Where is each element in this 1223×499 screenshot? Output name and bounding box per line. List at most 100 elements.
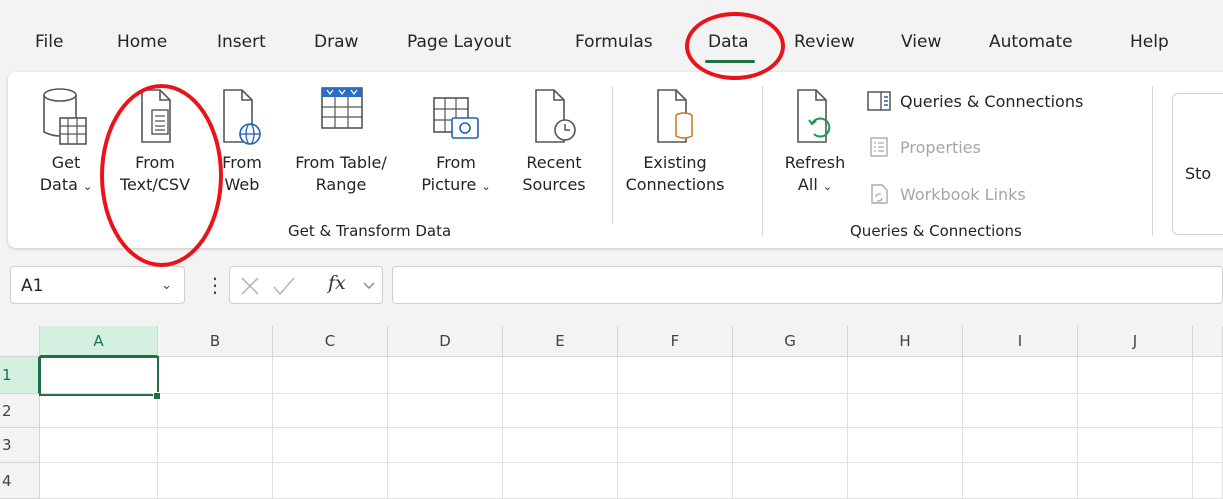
cell-f4[interactable] — [618, 463, 733, 499]
tab-home[interactable]: Home — [117, 32, 167, 52]
cell-b3[interactable] — [158, 428, 273, 463]
fill-handle[interactable] — [153, 392, 161, 400]
cell-i4[interactable] — [963, 463, 1078, 499]
queries-connections-item[interactable]: Queries & Connections — [866, 90, 1083, 112]
tab-file[interactable]: File — [35, 32, 63, 52]
cell-i3[interactable] — [963, 428, 1078, 463]
column-header-j[interactable]: J — [1078, 326, 1193, 357]
select-all-corner[interactable] — [0, 326, 40, 357]
cell-k2[interactable] — [1193, 394, 1223, 428]
from-picture-button[interactable]: From Picture ⌄ — [412, 84, 500, 198]
cell-a3[interactable] — [40, 428, 158, 463]
properties-item[interactable]: Properties — [866, 136, 981, 158]
cell-d1[interactable] — [388, 357, 503, 394]
cell-d4[interactable] — [388, 463, 503, 499]
cell-g4[interactable] — [733, 463, 848, 499]
workbook-links-item[interactable]: Workbook Links — [866, 183, 1026, 205]
ribbon-separator — [762, 86, 763, 236]
tab-formulas[interactable]: Formulas — [575, 32, 653, 52]
formula-input[interactable] — [392, 266, 1223, 304]
refresh-all-button[interactable]: Refresh All ⌄ — [776, 84, 854, 198]
cell-f2[interactable] — [618, 394, 733, 428]
cell-g3[interactable] — [733, 428, 848, 463]
cell-j3[interactable] — [1078, 428, 1193, 463]
cell-e3[interactable] — [503, 428, 618, 463]
row-header-1[interactable]: 1 — [0, 357, 40, 394]
row-header-4[interactable]: 4 — [0, 463, 40, 499]
from-web-button[interactable]: From Web — [214, 84, 270, 196]
spreadsheet-grid: A B C D E F G H I J 1 2 3 4 — [0, 326, 1223, 499]
chevron-down-icon[interactable]: ⌄ — [161, 267, 172, 305]
cancel-icon[interactable] — [241, 277, 259, 295]
column-header-k[interactable] — [1193, 326, 1223, 357]
cell-c2[interactable] — [273, 394, 388, 428]
from-text-csv-button[interactable]: From Text/CSV — [114, 84, 196, 196]
column-header-h[interactable]: H — [848, 326, 963, 357]
cell-h2[interactable] — [848, 394, 963, 428]
row-header-2[interactable]: 2 — [0, 394, 40, 428]
stocks-button[interactable]: Sto — [1172, 93, 1223, 235]
cell-b2[interactable] — [158, 394, 273, 428]
tab-review[interactable]: Review — [794, 32, 855, 52]
name-box-value: A1 — [21, 276, 44, 296]
cell-e2[interactable] — [503, 394, 618, 428]
column-header-e[interactable]: E — [503, 326, 618, 357]
cell-j2[interactable] — [1078, 394, 1193, 428]
column-header-b[interactable]: B — [158, 326, 273, 357]
tab-page-layout[interactable]: Page Layout — [407, 32, 511, 52]
cell-i2[interactable] — [963, 394, 1078, 428]
cell-a2[interactable] — [40, 394, 158, 428]
cell-k1[interactable] — [1193, 357, 1223, 394]
cell-e1[interactable] — [503, 357, 618, 394]
tab-data[interactable]: Data — [708, 32, 749, 52]
cell-h3[interactable] — [848, 428, 963, 463]
workbook-links-icon — [871, 184, 888, 204]
column-header-g[interactable]: G — [733, 326, 848, 357]
enter-check-icon[interactable] — [273, 277, 295, 296]
ribbon-separator — [1152, 86, 1153, 236]
cell-f1[interactable] — [618, 357, 733, 394]
cell-j4[interactable] — [1078, 463, 1193, 499]
column-header-i[interactable]: I — [963, 326, 1078, 357]
cell-k4[interactable] — [1193, 463, 1223, 499]
cell-b4[interactable] — [158, 463, 273, 499]
column-header-c[interactable]: C — [273, 326, 388, 357]
insert-function-icon[interactable]: fx — [328, 272, 346, 294]
name-box[interactable]: A1 ⌄ — [10, 266, 185, 304]
column-header-d[interactable]: D — [388, 326, 503, 357]
cell-k3[interactable] — [1193, 428, 1223, 463]
cell-j1[interactable] — [1078, 357, 1193, 394]
refresh-icon — [797, 89, 831, 143]
cell-d2[interactable] — [388, 394, 503, 428]
tab-help[interactable]: Help — [1130, 32, 1169, 52]
cell-b1[interactable] — [158, 357, 273, 394]
column-header-f[interactable]: F — [618, 326, 733, 357]
from-table-range-button[interactable]: From Table/ Range — [286, 84, 396, 196]
column-header-a[interactable]: A — [40, 326, 158, 357]
queries-connections-group-label: Queries & Connections — [850, 222, 1022, 240]
cell-c3[interactable] — [273, 428, 388, 463]
cell-g1[interactable] — [733, 357, 848, 394]
cell-g2[interactable] — [733, 394, 848, 428]
cell-i1[interactable] — [963, 357, 1078, 394]
more-options-icon[interactable]: ⋮ — [205, 273, 225, 297]
cell-a4[interactable] — [40, 463, 158, 499]
active-tab-indicator — [705, 60, 755, 63]
existing-connections-button[interactable]: Existing Connections — [618, 84, 732, 196]
get-data-button[interactable]: Get Data ⌄ — [38, 84, 94, 198]
cell-c4[interactable] — [273, 463, 388, 499]
cell-e4[interactable] — [503, 463, 618, 499]
recent-sources-button[interactable]: Recent Sources — [510, 84, 598, 196]
row-header-3[interactable]: 3 — [0, 428, 40, 463]
cell-h1[interactable] — [848, 357, 963, 394]
cell-c1[interactable] — [273, 357, 388, 394]
tab-draw[interactable]: Draw — [314, 32, 358, 52]
cell-d3[interactable] — [388, 428, 503, 463]
tab-automate[interactable]: Automate — [989, 32, 1073, 52]
selected-cell-a1[interactable] — [39, 356, 159, 396]
cell-h4[interactable] — [848, 463, 963, 499]
tab-insert[interactable]: Insert — [217, 32, 266, 52]
cell-f3[interactable] — [618, 428, 733, 463]
chevron-down-icon[interactable] — [363, 282, 375, 289]
tab-view[interactable]: View — [901, 32, 941, 52]
